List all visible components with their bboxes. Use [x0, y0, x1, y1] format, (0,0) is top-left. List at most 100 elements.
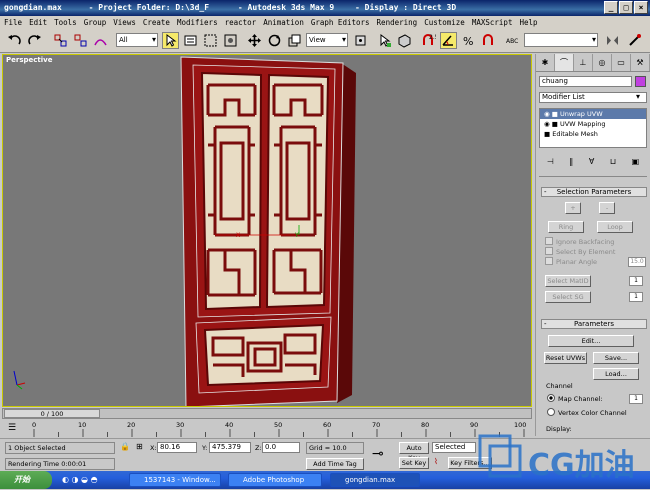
- select-matid-button[interactable]: Select MatID: [545, 275, 591, 287]
- menu-file[interactable]: File: [4, 16, 22, 29]
- sg-spinner[interactable]: 1: [629, 292, 643, 302]
- time-slider[interactable]: 0 / 100: [2, 408, 532, 419]
- select-and-link-icon[interactable]: [52, 32, 69, 49]
- modify-tab-icon[interactable]: ⌒: [555, 54, 574, 71]
- keyboard-shortcut-icon[interactable]: [396, 32, 413, 49]
- taskbar-item-photoshop[interactable]: Adobe Photoshop: [228, 473, 322, 487]
- planar-angle-checkbox[interactable]: Planar Angle: [545, 257, 597, 266]
- display-tab-icon[interactable]: ▭: [612, 54, 631, 71]
- percent-snap-icon[interactable]: %: [460, 32, 477, 49]
- stack-item-editable-mesh[interactable]: ■ Editable Mesh: [540, 129, 646, 139]
- selection-filter-dropdown[interactable]: All: [116, 33, 158, 47]
- selection-parameters-rollout[interactable]: - Selection Parameters: [541, 187, 647, 197]
- hierarchy-tab-icon[interactable]: ⊥: [574, 54, 593, 71]
- ring-button[interactable]: Ring: [548, 221, 584, 233]
- menu-animation[interactable]: Animation: [263, 16, 304, 29]
- named-selection-dropdown[interactable]: [524, 33, 598, 47]
- utilities-tab-icon[interactable]: ⚒: [631, 54, 650, 71]
- perspective-viewport[interactable]: Perspective X Y: [2, 54, 532, 407]
- load-button[interactable]: Load...: [593, 368, 639, 380]
- unlink-icon[interactable]: [72, 32, 89, 49]
- set-key-button[interactable]: Set Key: [399, 457, 429, 469]
- matid-spinner[interactable]: 1: [629, 276, 643, 286]
- select-by-name-icon[interactable]: [182, 32, 199, 49]
- menu-edit[interactable]: Edit: [29, 16, 47, 29]
- track-bar[interactable]: 0 10 20 30 40 50 60 70 80 90 100 ☰: [2, 420, 532, 438]
- angle-snap-icon[interactable]: [440, 32, 457, 49]
- rectangular-selection-icon[interactable]: [202, 32, 219, 49]
- object-name-field[interactable]: chuang: [539, 76, 632, 87]
- modifier-list-chevron-icon[interactable]: ▾: [636, 92, 640, 101]
- menu-group[interactable]: Group: [84, 16, 107, 29]
- quick-launch-icons[interactable]: ◐ ◑ ◒ ◓: [62, 475, 98, 484]
- loop-button[interactable]: Loop: [597, 221, 633, 233]
- select-and-move-icon[interactable]: [246, 32, 263, 49]
- mini-curve-editor-icon[interactable]: ☰: [8, 423, 16, 433]
- redo-icon[interactable]: [26, 32, 43, 49]
- stack-item-uvw-mapping[interactable]: ◉ ■ UVW Mapping: [540, 119, 646, 129]
- configure-sets-icon[interactable]: ▣: [632, 157, 640, 171]
- menu-tools[interactable]: Tools: [54, 16, 77, 29]
- key-mode-dropdown[interactable]: Selected: [432, 442, 476, 453]
- motion-tab-icon[interactable]: ◎: [593, 54, 612, 71]
- time-slider-thumb[interactable]: 0 / 100: [4, 409, 100, 418]
- edit-uvw-button[interactable]: Edit...: [548, 335, 634, 347]
- z-coordinate-field[interactable]: 0.0: [262, 442, 300, 453]
- select-and-scale-icon[interactable]: [286, 32, 303, 49]
- minimize-button[interactable]: _: [604, 1, 618, 14]
- menu-help[interactable]: Help: [519, 16, 537, 29]
- planar-angle-spinner[interactable]: 15.0: [628, 257, 646, 267]
- remove-modifier-icon[interactable]: ⊔: [610, 157, 616, 171]
- map-channel-radio[interactable]: Map Channel:: [547, 394, 603, 403]
- vertex-color-channel-radio[interactable]: Vertex Color Channel: [547, 408, 627, 417]
- add-time-tag-button[interactable]: Add Time Tag: [306, 458, 364, 470]
- menu-reactor[interactable]: reactor: [225, 16, 257, 29]
- bulb-icon[interactable]: ◉: [544, 120, 550, 128]
- reference-coord-dropdown[interactable]: View: [306, 33, 348, 47]
- select-by-element-checkbox[interactable]: Select By Element: [545, 247, 615, 256]
- pivot-center-icon[interactable]: [352, 32, 369, 49]
- stack-item-unwrap-uvw[interactable]: ◉ ■ Unwrap UVW: [540, 109, 646, 119]
- spinner-snap-icon[interactable]: [480, 32, 497, 49]
- bulb-icon[interactable]: ◉: [544, 110, 550, 118]
- y-coordinate-field[interactable]: 475.379: [209, 442, 251, 453]
- window-crossing-icon[interactable]: [222, 32, 239, 49]
- object-color-swatch[interactable]: [635, 76, 646, 87]
- show-end-result-icon[interactable]: ‖: [569, 157, 573, 171]
- maximize-button[interactable]: □: [619, 1, 633, 14]
- select-and-rotate-icon[interactable]: [266, 32, 283, 49]
- snaps-toggle-icon[interactable]: 2.5: [420, 32, 437, 49]
- lock-selection-icon[interactable]: 🔒: [120, 442, 130, 451]
- modifier-list-dropdown[interactable]: Modifier List: [539, 92, 647, 103]
- reset-uvws-button[interactable]: Reset UVWs: [544, 352, 587, 364]
- select-object-icon[interactable]: [162, 32, 179, 49]
- create-tab-icon[interactable]: ✱: [536, 54, 555, 71]
- ignore-backfacing-checkbox[interactable]: Ignore Backfacing: [545, 237, 614, 246]
- edit-named-selection-icon[interactable]: ABC: [504, 32, 521, 49]
- bind-space-warp-icon[interactable]: [92, 32, 109, 49]
- auto-key-button[interactable]: Auto Key: [399, 442, 429, 462]
- save-button[interactable]: Save...: [593, 352, 639, 364]
- taskbar-item-window[interactable]: 1537143 - Window...: [129, 473, 221, 487]
- taskbar-item-3dsmax[interactable]: gongdian.max: [330, 473, 420, 487]
- menu-views[interactable]: Views: [113, 16, 136, 29]
- set-key-icon[interactable]: ⊸: [372, 446, 384, 462]
- menu-maxscript[interactable]: MAXScript: [472, 16, 513, 29]
- menu-customize[interactable]: Customize: [424, 16, 465, 29]
- close-button[interactable]: ×: [634, 1, 648, 14]
- select-and-manipulate-icon[interactable]: [376, 32, 393, 49]
- menu-rendering[interactable]: Rendering: [377, 16, 418, 29]
- start-button[interactable]: 开始: [0, 471, 52, 489]
- make-unique-icon[interactable]: ∀: [589, 157, 594, 171]
- undo-icon[interactable]: [6, 32, 23, 49]
- menu-graph-editors[interactable]: Graph Editors: [311, 16, 370, 29]
- menu-create[interactable]: Create: [143, 16, 170, 29]
- absolute-mode-icon[interactable]: ⊞: [136, 442, 143, 451]
- align-icon[interactable]: [626, 32, 643, 49]
- map-channel-spinner[interactable]: 1: [629, 394, 643, 404]
- shrink-selection-button[interactable]: -: [599, 202, 615, 214]
- menu-modifiers[interactable]: Modifiers: [177, 16, 218, 29]
- select-sg-button[interactable]: Select SG: [545, 291, 591, 303]
- x-coordinate-field[interactable]: 80.16: [157, 442, 197, 453]
- parameters-rollout[interactable]: - Parameters: [541, 319, 647, 329]
